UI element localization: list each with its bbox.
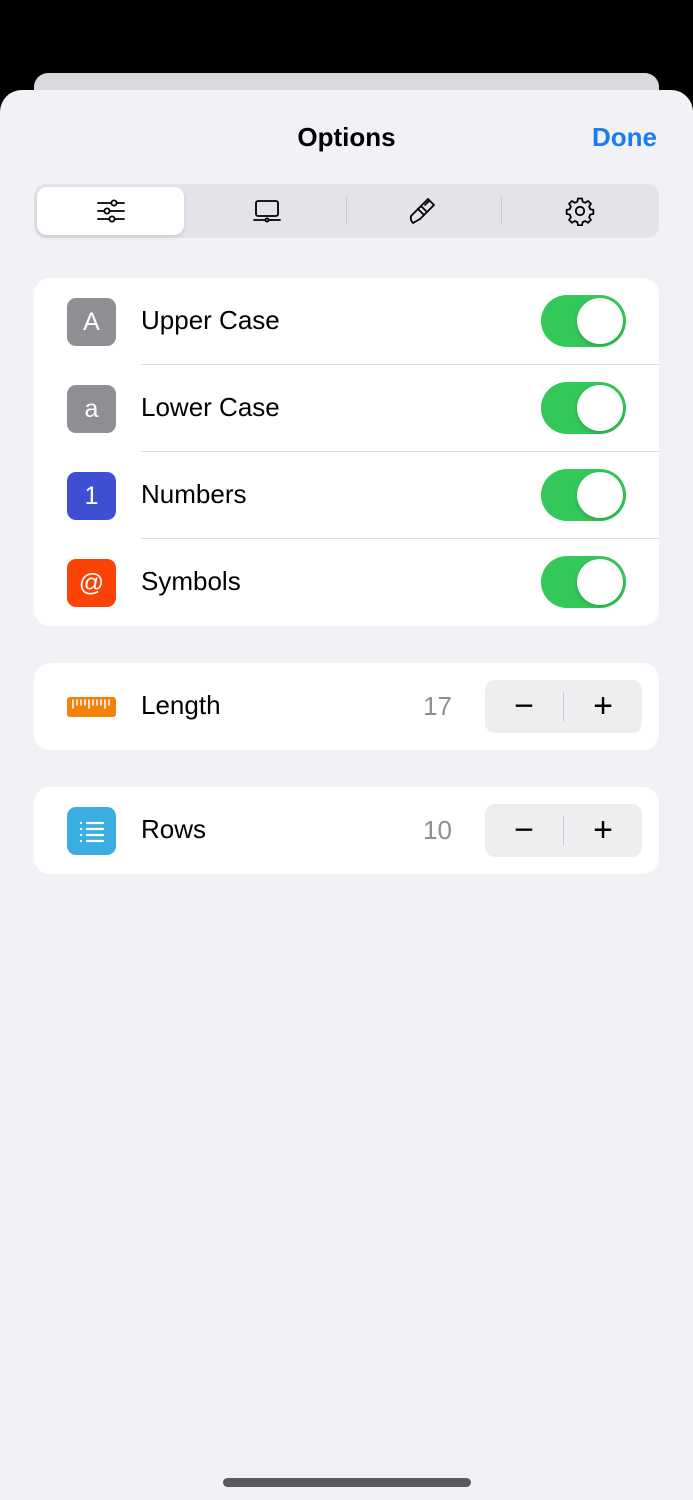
rows-decrement-button[interactable]: − [485,804,563,857]
options-sheet: Options Done A Upper Case a Lower Case 1… [0,90,693,1500]
rows-row: Rows 10 − + [34,787,659,874]
rows-label: Rows [141,814,207,844]
paintbrush-icon [409,198,435,224]
length-value: 17 [423,691,452,721]
list-item: A Upper Case [34,278,659,365]
symbols-label: Symbols [141,566,241,596]
character-set-card: A Upper Case a Lower Case 1 Numbers @ Sy… [34,278,659,626]
segmented-control [34,184,659,238]
length-stepper: − + [485,680,642,733]
uppercase-icon: A [67,298,116,346]
tab-display[interactable] [193,187,340,235]
toggle-knob [577,472,623,518]
length-increment-button[interactable]: + [564,680,642,733]
page-title: Options [297,122,396,152]
done-button[interactable]: Done [592,122,657,153]
tab-appearance[interactable] [348,187,495,235]
rows-value: 10 [423,815,452,845]
list-item: @ Symbols [34,539,659,626]
list-item: a Lower Case [34,365,659,452]
lower-case-toggle[interactable] [541,382,626,434]
toggle-knob [577,559,623,605]
tab-settings[interactable] [506,187,653,235]
gear-icon [565,197,594,226]
list-icon [67,807,116,855]
toggle-knob [577,385,623,431]
list-item: 1 Numbers [34,452,659,539]
ruler-icon [67,683,116,731]
length-card: Length 17 − + [34,663,659,750]
toggle-knob [577,298,623,344]
laptop-icon [252,200,281,223]
segment-divider [501,197,502,225]
upper-case-label: Upper Case [141,305,280,335]
numbers-icon: 1 [67,472,116,520]
length-label: Length [141,690,221,720]
lowercase-icon: a [67,385,116,433]
segment-divider [346,197,347,225]
rows-stepper: − + [485,804,642,857]
length-row: Length 17 − + [34,663,659,750]
sliders-icon [96,199,125,223]
symbols-toggle[interactable] [541,556,626,608]
tab-options[interactable] [37,187,184,235]
rows-card: Rows 10 − + [34,787,659,874]
upper-case-toggle[interactable] [541,295,626,347]
length-decrement-button[interactable]: − [485,680,563,733]
symbols-icon: @ [67,559,116,607]
numbers-label: Numbers [141,479,247,509]
lower-case-label: Lower Case [141,392,280,422]
numbers-toggle[interactable] [541,469,626,521]
rows-increment-button[interactable]: + [564,804,642,857]
home-indicator [223,1478,471,1487]
